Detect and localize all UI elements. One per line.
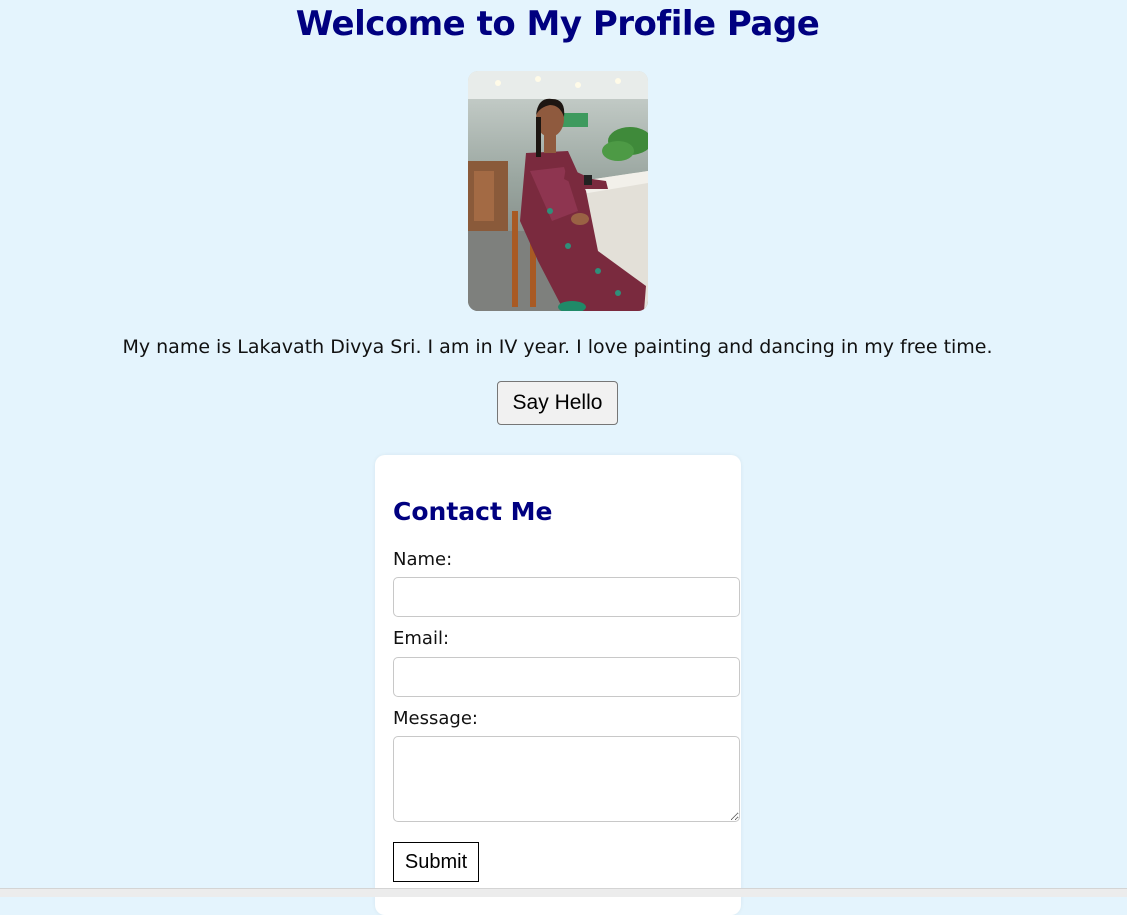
profile-photo	[468, 71, 648, 311]
bio-text: My name is Lakavath Divya Sri. I am in I…	[122, 336, 993, 358]
message-label: Message:	[393, 708, 478, 729]
page-title: Welcome to My Profile Page	[295, 4, 820, 44]
contact-heading: Contact Me	[393, 497, 553, 526]
email-input[interactable]	[393, 657, 740, 697]
name-label: Name:	[393, 549, 453, 570]
profile-photo-image	[468, 71, 648, 311]
say-hello-button[interactable]: Say Hello	[497, 381, 618, 425]
message-textarea[interactable]	[393, 736, 740, 822]
contact-form-card: Contact Me Name: Email: Message: Submit	[375, 455, 741, 915]
name-input[interactable]	[393, 577, 740, 617]
submit-button[interactable]: Submit	[393, 842, 479, 882]
email-label: Email:	[393, 628, 450, 649]
